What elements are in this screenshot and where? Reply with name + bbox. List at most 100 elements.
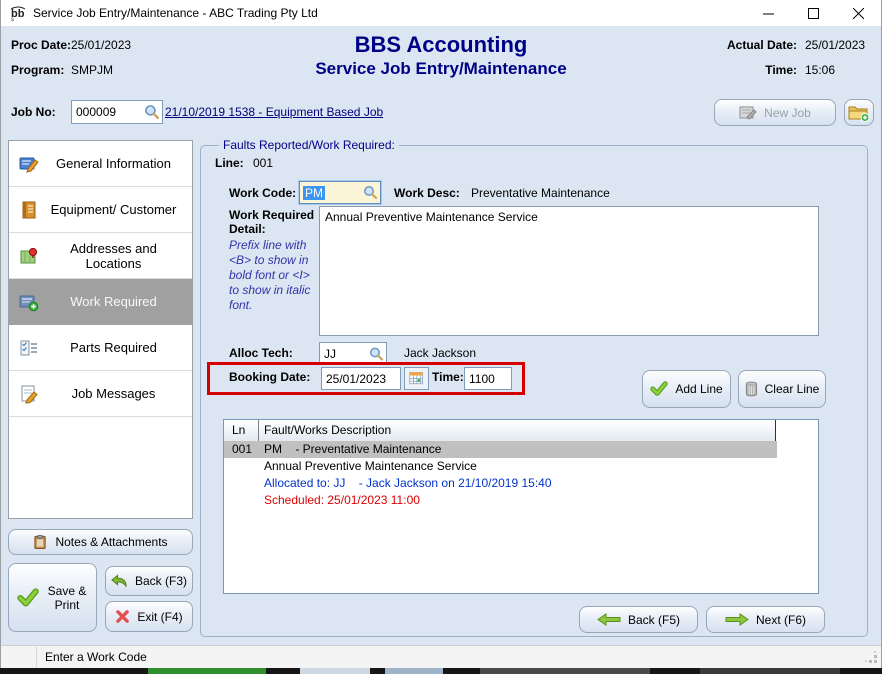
work-detail-textarea[interactable]: Annual Preventive Maintenance Service: [319, 206, 819, 336]
job-description-link[interactable]: 21/10/2019 1538 - Equipment Based Job: [165, 105, 383, 119]
booking-date-value: 25/01/2023: [326, 372, 386, 386]
detail-hint: Prefix line with <B> to show in bold fon…: [229, 238, 323, 313]
minimize-button[interactable]: [746, 0, 791, 26]
search-icon[interactable]: [369, 346, 384, 361]
back-f5-arrow-icon: [597, 613, 621, 626]
booking-date-input[interactable]: 25/01/2023: [321, 367, 401, 390]
sidebar-item-parts-required[interactable]: Parts Required: [9, 325, 192, 371]
notes-icon: [33, 534, 48, 550]
sidebar-item-label: Work Required: [41, 294, 186, 309]
minimize-icon: [763, 8, 774, 19]
back-f3-label: Back (F3): [135, 574, 187, 588]
sidebar-item-general-information[interactable]: General Information: [9, 141, 192, 187]
parts-required-icon: [17, 338, 41, 358]
column-divider: [258, 420, 259, 441]
column-header-ln: Ln: [232, 423, 245, 437]
actual-date-label: Actual Date:: [727, 38, 797, 52]
row-allocated-line: Allocated to: JJ - Jack Jackson on 21/10…: [264, 476, 552, 490]
title-bar: bb s Service Job Entry/Maintenance - ABC…: [1, 0, 881, 26]
work-desc-label: Work Desc:: [394, 186, 460, 200]
time-value: 15:06: [805, 63, 871, 77]
new-job-label: New Job: [764, 106, 811, 120]
sidebar-item-addresses-locations[interactable]: Addresses and Locations: [9, 233, 192, 279]
exit-x-icon: [115, 610, 130, 623]
work-code-value: PM: [303, 186, 325, 200]
booking-time-value: 1100: [469, 372, 495, 386]
new-job-icon: [739, 105, 757, 121]
search-icon[interactable]: [363, 185, 378, 200]
notes-attachments-button[interactable]: Notes & Attachments: [8, 529, 193, 555]
sidebar-item-label: Equipment/ Customer: [41, 202, 186, 217]
work-code-input[interactable]: PM: [299, 181, 381, 204]
row-scheduled-line: Scheduled: 25/01/2023 11:00: [264, 493, 420, 507]
resize-grip[interactable]: [865, 651, 878, 664]
clear-line-label: Clear Line: [765, 382, 820, 396]
calendar-button[interactable]: [404, 367, 429, 390]
next-f6-button[interactable]: Next (F6): [706, 606, 825, 633]
job-messages-icon: [17, 384, 41, 404]
time-label: Time:: [765, 63, 797, 77]
back-f3-button[interactable]: Back (F3): [105, 566, 193, 596]
table-row[interactable]: 001 PM - Preventative Maintenance: [224, 441, 777, 458]
line-label: Line:: [215, 156, 244, 170]
maximize-icon: [808, 8, 819, 19]
window-controls: [746, 0, 881, 26]
addresses-locations-icon: [17, 246, 41, 266]
clear-bin-icon: [745, 381, 758, 397]
status-bar-segment: [1, 646, 37, 669]
svg-text:s: s: [11, 17, 14, 21]
alloc-tech-input[interactable]: JJ: [319, 342, 387, 365]
faults-group-title: Faults Reported/Work Required:: [219, 138, 399, 152]
general-information-icon: [17, 154, 41, 174]
bbs-logo-icon: bb s: [9, 5, 27, 21]
job-bar: Job No: 000009 21/10/2019 1538 - Equipme…: [1, 92, 881, 134]
notes-attachments-label: Notes & Attachments: [55, 535, 167, 549]
booking-time-label: Time:: [432, 370, 464, 384]
alloc-tech-label: Alloc Tech:: [229, 346, 293, 360]
sidebar-item-work-required[interactable]: Work Required: [9, 279, 192, 325]
window-title: Service Job Entry/Maintenance - ABC Trad…: [33, 6, 318, 20]
work-code-label: Work Code:: [229, 186, 296, 200]
exit-f4-label: Exit (F4): [137, 610, 182, 624]
app-header: Proc Date: 25/01/2023 Program: SMPJM BBS…: [1, 26, 881, 92]
exit-f4-button[interactable]: Exit (F4): [105, 601, 193, 632]
open-folder-button[interactable]: [844, 99, 874, 126]
back-f5-label: Back (F5): [628, 613, 680, 627]
row-fault-code: PM - Preventative Maintenance: [264, 442, 441, 456]
column-header-description: Fault/Works Description: [264, 423, 391, 437]
sidebar-item-label: Parts Required: [41, 340, 186, 355]
status-message: Enter a Work Code: [45, 650, 147, 664]
new-folder-icon: [848, 103, 870, 122]
back-f5-button[interactable]: Back (F5): [579, 606, 698, 633]
maximize-button[interactable]: [791, 0, 836, 26]
sidebar-item-equipment-customer[interactable]: Equipment/ Customer: [9, 187, 192, 233]
booking-time-input[interactable]: 1100: [464, 367, 512, 390]
alloc-tech-name: Jack Jackson: [404, 346, 476, 360]
job-no-input[interactable]: 000009: [71, 100, 163, 124]
check-icon: [650, 381, 668, 397]
add-line-button[interactable]: Add Line: [642, 370, 731, 408]
save-print-label: Save & Print: [46, 584, 88, 612]
table-header: Ln Fault/Works Description: [224, 420, 776, 441]
work-desc-value: Preventative Maintenance: [471, 186, 610, 200]
desktop-strip: [0, 668, 882, 674]
close-button[interactable]: [836, 0, 881, 26]
new-job-button[interactable]: New Job: [714, 99, 836, 126]
job-no-label: Job No:: [11, 105, 56, 119]
sidebar-item-job-messages[interactable]: Job Messages: [9, 371, 192, 417]
faults-table[interactable]: Ln Fault/Works Description 001 PM - Prev…: [223, 419, 819, 594]
line-value: 001: [253, 156, 273, 170]
status-bar: Enter a Work Code: [1, 645, 881, 668]
back-f3-arrow-icon: [111, 574, 128, 588]
sidebar-item-label: Addresses and Locations: [41, 241, 186, 271]
calendar-icon: [409, 370, 424, 387]
next-f6-label: Next (F6): [756, 613, 806, 627]
equipment-customer-icon: [17, 200, 41, 220]
search-icon[interactable]: [144, 104, 160, 120]
close-icon: [853, 8, 864, 19]
clear-line-button[interactable]: Clear Line: [738, 370, 826, 408]
save-check-icon: [17, 588, 39, 608]
save-print-button[interactable]: Save & Print: [8, 563, 97, 632]
row-detail-line: Annual Preventive Maintenance Service: [264, 459, 477, 473]
add-line-label: Add Line: [675, 382, 722, 396]
